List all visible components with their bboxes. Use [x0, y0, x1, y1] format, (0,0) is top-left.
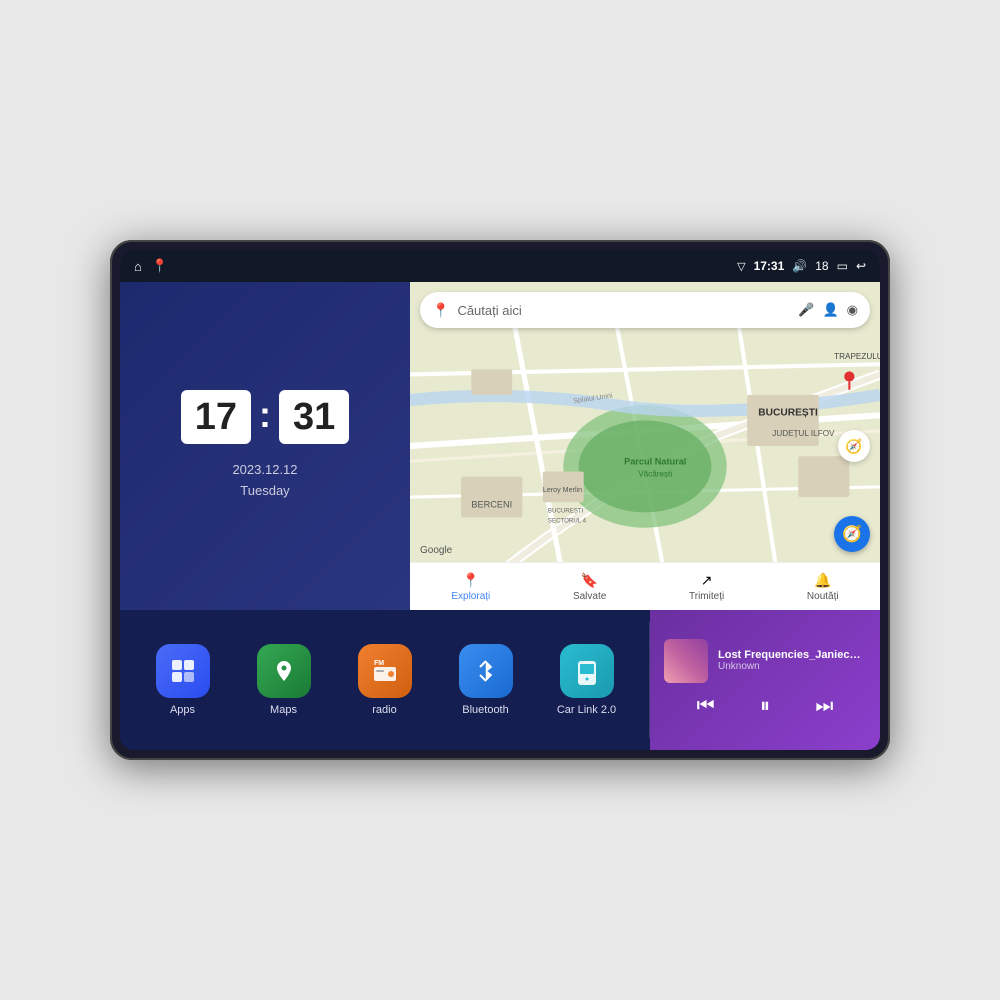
clock-hours-block: 17: [181, 390, 251, 444]
radio-label: radio: [372, 704, 396, 716]
map-search-bar[interactable]: 📍 Căutați aici 🎤 👤 ◉: [420, 292, 870, 328]
clock-hours: 17: [195, 398, 237, 436]
apps-row: Apps Maps: [120, 610, 649, 750]
play-pause-button[interactable]: ⏸: [756, 691, 774, 722]
send-icon: ↗: [701, 572, 713, 589]
clock-separator: :: [259, 397, 271, 433]
music-title: Lost Frequencies_Janieck Devy-...: [718, 649, 866, 661]
status-time: 17:31: [754, 259, 785, 273]
svg-text:Parcul Natural: Parcul Natural: [624, 456, 686, 466]
app-item-maps[interactable]: Maps: [249, 644, 319, 716]
app-item-radio[interactable]: FM radio: [350, 644, 420, 716]
clock-minutes-block: 31: [279, 390, 349, 444]
svg-text:BERCENI: BERCENI: [471, 499, 512, 509]
music-player: Lost Frequencies_Janieck Devy-... Unknow…: [650, 610, 880, 750]
carlink-icon: [560, 644, 614, 698]
google-logo: Google: [420, 545, 452, 556]
map-nav-send[interactable]: ↗ Trimiteți: [689, 572, 724, 602]
home-icon[interactable]: ⌂: [134, 259, 142, 274]
layers-icon[interactable]: ◉: [847, 302, 858, 318]
maps-nav-icon[interactable]: 📍: [152, 258, 168, 274]
album-art: [664, 639, 708, 683]
svg-text:BUCUREȘTI: BUCUREȘTI: [548, 507, 584, 514]
saved-label: Salvate: [573, 591, 606, 602]
explore-label: Explorați: [451, 591, 490, 602]
clock-minutes: 31: [293, 398, 335, 436]
signal-icon: ▽: [737, 260, 745, 273]
explore-icon: 📍: [462, 572, 479, 589]
bluetooth-label: Bluetooth: [462, 704, 508, 716]
device-screen: ⌂ 📍 ▽ 17:31 🔊 18 ▭ ↩ 17: [120, 250, 880, 750]
top-section: 17 : 31 2023.12.12 Tuesday: [120, 282, 880, 610]
map-nav-explore[interactable]: 📍 Explorați: [451, 572, 490, 602]
music-info: Lost Frequencies_Janieck Devy-... Unknow…: [664, 639, 866, 683]
apps-icon: [156, 644, 210, 698]
volume-icon: 🔊: [792, 259, 807, 273]
radio-icon: FM: [358, 644, 412, 698]
apps-label: Apps: [170, 704, 195, 716]
car-head-unit: ⌂ 📍 ▽ 17:31 🔊 18 ▭ ↩ 17: [110, 240, 890, 760]
svg-text:Văcărești: Văcărești: [638, 470, 672, 479]
svg-text:TRAPEZULUI: TRAPEZULUI: [834, 352, 880, 361]
battery-icon: ▭: [837, 259, 848, 273]
clock-panel: 17 : 31 2023.12.12 Tuesday: [120, 282, 410, 610]
map-panel[interactable]: Parcul Natural Văcărești BUCUREȘTI JUDEȚ…: [410, 282, 880, 610]
svg-text:Leroy Merlin: Leroy Merlin: [543, 486, 582, 494]
map-nav-saved[interactable]: 🔖 Salvate: [573, 572, 606, 602]
bluetooth-icon: [459, 644, 513, 698]
status-bar-right: ▽ 17:31 🔊 18 ▭ ↩: [737, 259, 866, 273]
map-svg: Parcul Natural Văcărești BUCUREȘTI JUDEȚ…: [410, 282, 880, 610]
map-locate-button[interactable]: 🧭: [834, 516, 870, 552]
svg-text:JUDEȚUL ILFOV: JUDEȚUL ILFOV: [772, 429, 835, 438]
app-item-bluetooth[interactable]: Bluetooth: [451, 644, 521, 716]
music-controls: ⏮ ⏸ ⏭: [664, 691, 866, 722]
mic-icon[interactable]: 🎤: [798, 302, 814, 318]
map-search-pin-icon: 📍: [432, 302, 449, 319]
main-content: 17 : 31 2023.12.12 Tuesday: [120, 282, 880, 750]
maps-label: Maps: [270, 704, 297, 716]
carlink-label: Car Link 2.0: [557, 704, 616, 716]
music-details: Lost Frequencies_Janieck Devy-... Unknow…: [718, 649, 866, 672]
maps-icon: [257, 644, 311, 698]
map-nav-news[interactable]: 🔔 Noutăți: [807, 572, 839, 602]
clock-display: 17 : 31: [181, 390, 350, 444]
clock-date: 2023.12.12: [232, 460, 297, 481]
compass-icon: 🧭: [842, 524, 862, 544]
news-label: Noutăți: [807, 591, 839, 602]
app-item-carlink[interactable]: Car Link 2.0: [552, 644, 622, 716]
back-icon[interactable]: ↩: [856, 259, 866, 273]
svg-text:BUCUREȘTI: BUCUREȘTI: [758, 407, 818, 418]
map-search-actions: 🎤 👤 ◉: [798, 302, 858, 318]
account-icon[interactable]: 👤: [822, 302, 838, 318]
map-bottom-nav: 📍 Explorați 🔖 Salvate ↗ Trimiteți 🔔: [410, 562, 880, 610]
map-compass-button[interactable]: 🧭: [838, 430, 870, 462]
app-item-apps[interactable]: Apps: [148, 644, 218, 716]
bottom-section: Apps Maps: [120, 610, 880, 750]
battery-level: 18: [815, 259, 828, 273]
prev-button[interactable]: ⏮: [693, 691, 719, 722]
map-search-input[interactable]: Căutați aici: [457, 303, 790, 318]
svg-text:FM: FM: [373, 660, 383, 667]
send-label: Trimiteți: [689, 591, 724, 602]
news-icon: 🔔: [814, 572, 831, 589]
clock-date-area: 2023.12.12 Tuesday: [232, 460, 297, 502]
music-artist: Unknown: [718, 661, 866, 672]
status-bar: ⌂ 📍 ▽ 17:31 🔊 18 ▭ ↩: [120, 250, 880, 282]
status-bar-left: ⌂ 📍: [134, 258, 168, 274]
svg-text:SECTORUL 4: SECTORUL 4: [548, 518, 587, 525]
next-button[interactable]: ⏭: [811, 691, 837, 722]
clock-day: Tuesday: [232, 481, 297, 502]
saved-icon: 🔖: [581, 572, 598, 589]
